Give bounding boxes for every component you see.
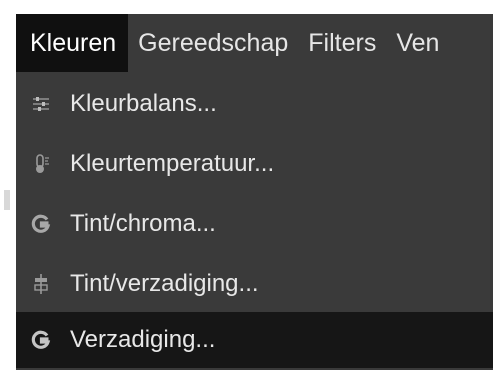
window-edge-marker bbox=[4, 190, 10, 210]
menubar-item-kleuren[interactable]: Kleuren bbox=[16, 14, 129, 72]
menu-item-label: Kleurbalans... bbox=[70, 90, 217, 117]
menu-item-kleurbalans[interactable]: Kleurbalans... bbox=[16, 76, 493, 132]
gegl-icon bbox=[30, 213, 52, 235]
gegl-icon bbox=[30, 329, 52, 351]
thermometer-icon bbox=[30, 153, 52, 175]
kleuren-dropdown-menu: Kleurbalans... Kleurtemperatuur... Tint/… bbox=[16, 72, 493, 370]
hue-saturation-icon bbox=[30, 273, 52, 295]
menubar-item-venster[interactable]: Ven bbox=[386, 14, 449, 72]
menu-item-label: Verzadiging... bbox=[70, 326, 216, 353]
menu-item-tint-chroma[interactable]: Tint/chroma... bbox=[16, 196, 493, 252]
menubar: Kleuren Gereedschap Filters Ven bbox=[16, 14, 493, 72]
screenshot-frame: Kleuren Gereedschap Filters Ven Kleurbal… bbox=[0, 0, 493, 379]
menu-item-label: Tint/chroma... bbox=[70, 210, 216, 237]
menu-item-verzadiging[interactable]: Verzadiging... bbox=[16, 312, 493, 368]
menu-item-kleurtemperatuur[interactable]: Kleurtemperatuur... bbox=[16, 136, 493, 192]
menu-item-label: Kleurtemperatuur... bbox=[70, 150, 275, 177]
menu-item-label: Tint/verzadiging... bbox=[70, 270, 259, 297]
menubar-item-gereedschap[interactable]: Gereedschap bbox=[128, 14, 298, 72]
sliders-icon bbox=[30, 93, 52, 115]
menu-item-tint-verzadiging[interactable]: Tint/verzadiging... bbox=[16, 256, 493, 312]
screenshot-bottom-edge bbox=[16, 370, 493, 379]
menubar-item-filters[interactable]: Filters bbox=[298, 14, 386, 72]
